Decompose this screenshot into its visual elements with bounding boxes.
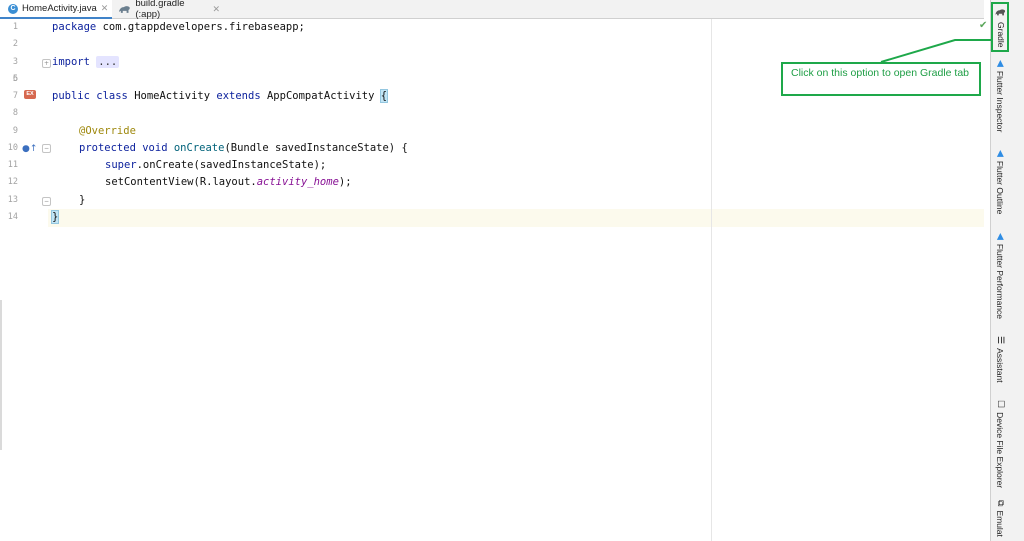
code-line-11: super.onCreate(savedInstanceState); xyxy=(105,157,326,174)
line-number: 12 xyxy=(7,177,18,187)
keyword: protected xyxy=(79,142,136,154)
close-icon[interactable]: ✕ xyxy=(212,4,220,15)
code-line-7: public class HomeActivity extends AppCom… xyxy=(52,88,389,105)
keyword: super xyxy=(105,159,137,171)
code-line-12: setContentView(R.layout.activity_home); xyxy=(105,174,352,191)
code-line-3: import ... xyxy=(52,54,120,71)
java-class-icon: C xyxy=(8,3,18,14)
assistant-tool-tab[interactable]: ☰ Assistant xyxy=(995,336,1007,383)
folded-imports[interactable]: ... xyxy=(96,56,120,68)
code-text: ); xyxy=(338,176,352,188)
gradle-tab-highlight-box xyxy=(991,2,1009,52)
annotation: @Override xyxy=(79,125,136,137)
emulator-icon: ⧉ xyxy=(996,500,1006,507)
flutter-performance-tool-tab[interactable]: ◀ Flutter Performance xyxy=(995,233,1007,320)
tool-tab-label: Flutter Inspector xyxy=(995,70,1006,133)
line-number: 11 xyxy=(7,160,18,170)
keyword: import xyxy=(52,56,90,68)
extends-badge-icon[interactable]: EX xyxy=(24,90,36,99)
left-edge-marker xyxy=(0,300,2,450)
code-text: .onCreate(savedInstanceState); xyxy=(136,159,327,171)
matched-brace: } xyxy=(50,210,60,224)
tab-home-activity[interactable]: C HomeActivity.java ✕ xyxy=(0,0,112,19)
flutter-icon: ◀ xyxy=(996,233,1006,240)
flutter-icon: ◀ xyxy=(996,150,1006,157)
keyword: public xyxy=(52,90,90,102)
parent-class: AppCompatActivity xyxy=(266,90,375,102)
code-text: (Bundle savedInstanceState) { xyxy=(224,142,408,154)
tool-tab-label: Device File Explorer xyxy=(995,412,1006,489)
keyword: package xyxy=(52,21,97,33)
device-icon: ☐ xyxy=(996,400,1006,409)
right-margin-guide xyxy=(711,19,712,541)
line-number: 3 xyxy=(12,57,18,67)
line-number: 2 xyxy=(12,39,18,49)
tool-tab-label: Flutter Performance xyxy=(995,243,1006,320)
method-name: onCreate xyxy=(173,142,225,154)
tab-label: HomeActivity.java xyxy=(22,3,97,14)
close-icon[interactable]: ✕ xyxy=(101,3,109,14)
line-number: 8 xyxy=(12,108,18,118)
code-line-13: } xyxy=(79,192,85,209)
line-number: 13 xyxy=(7,195,18,205)
matched-brace: { xyxy=(379,89,389,103)
gradle-icon xyxy=(118,6,130,13)
code-text: com.gtappdevelopers.firebaseapp; xyxy=(96,21,305,33)
code-line-10: protected void onCreate(Bundle savedInst… xyxy=(79,140,408,157)
override-marker-icon[interactable]: ●↑ xyxy=(22,144,38,154)
no-problems-check-icon[interactable]: ✔ xyxy=(979,20,987,31)
current-line-highlight xyxy=(48,209,984,227)
line-number: 14 xyxy=(7,212,18,222)
callout-text: Click on this option to open Gradle tab xyxy=(791,67,970,79)
code-line-9: @Override xyxy=(79,123,136,140)
tab-label: build.gradle (:app) xyxy=(135,0,185,20)
flutter-outline-tool-tab[interactable]: ◀ Flutter Outline xyxy=(995,150,1007,215)
annotation-callout: Click on this option to open Gradle tab xyxy=(781,62,981,96)
code-line-14: } xyxy=(50,209,60,226)
keyword: class xyxy=(96,90,128,102)
code-text: setContentView(R.layout. xyxy=(105,176,257,188)
keyword: extends xyxy=(216,90,261,102)
line-number: 10 xyxy=(7,143,18,153)
line-number: 7 xyxy=(12,91,18,101)
tool-tab-label: Emulat xyxy=(995,510,1006,537)
flutter-icon: ◀ xyxy=(996,60,1006,67)
list-icon: ☰ xyxy=(996,336,1006,345)
class-name: HomeActivity xyxy=(134,90,211,102)
editor-tab-bar: C HomeActivity.java ✕ build.gradle (:app… xyxy=(0,0,984,20)
line-number: 1 xyxy=(12,22,18,32)
line-number: 6 xyxy=(12,74,18,84)
tool-tab-label: Flutter Outline xyxy=(995,160,1006,215)
emulator-tool-tab[interactable]: ⧉ Emulat xyxy=(995,500,1007,537)
tab-build-gradle[interactable]: build.gradle (:app) ✕ xyxy=(114,0,220,20)
flutter-inspector-tool-tab[interactable]: ◀ Flutter Inspector xyxy=(995,60,1007,133)
resource-reference: activity_home xyxy=(256,176,339,188)
tool-tab-label: Assistant xyxy=(995,348,1006,383)
code-line-1: package com.gtappdevelopers.firebaseapp; xyxy=(52,19,305,36)
device-file-explorer-tool-tab[interactable]: ☐ Device File Explorer xyxy=(995,400,1007,489)
line-number: 9 xyxy=(12,126,18,136)
keyword: void xyxy=(142,142,168,154)
code-text: } xyxy=(79,194,86,206)
